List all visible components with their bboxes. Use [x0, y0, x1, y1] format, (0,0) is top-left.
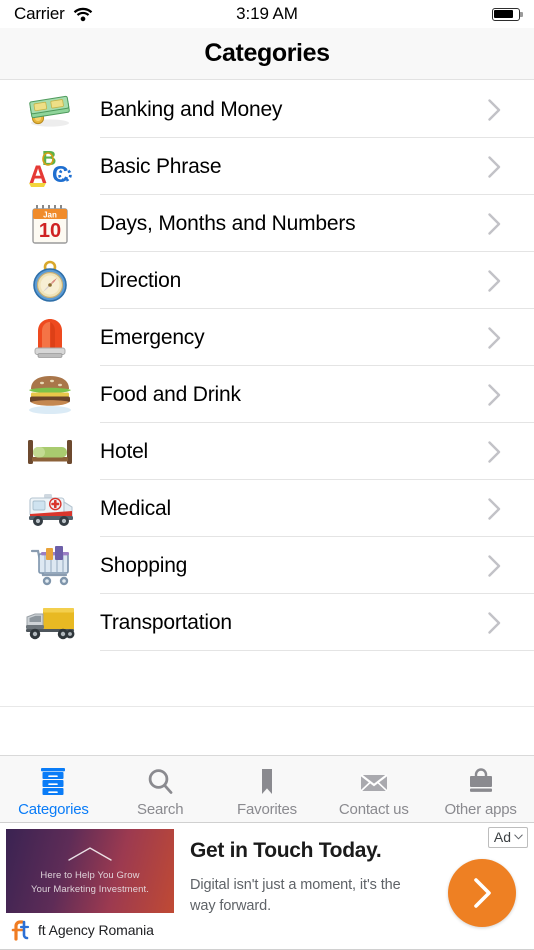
ad-badge-label: Ad	[493, 829, 511, 845]
tab-label: Search	[137, 801, 184, 818]
chevron-right-icon	[488, 195, 534, 252]
ad-creative-caption-line2: Your Marketing Investment.	[31, 884, 149, 895]
ad-creative-image[interactable]: Here to Help You Grow Your Marketing Inv…	[6, 829, 174, 913]
list-item[interactable]: Medical	[0, 480, 534, 537]
list-item-label: Medical	[100, 496, 171, 520]
chevron-right-icon	[488, 423, 534, 480]
tab-favorites[interactable]: Favorites	[214, 756, 321, 822]
calendar-month-label: Jan	[43, 210, 57, 219]
ad-cta-button[interactable]	[448, 859, 516, 927]
carrier-label: Carrier	[14, 4, 65, 23]
tab-contact-us[interactable]: Contact us	[320, 756, 427, 822]
ad-left-column: Here to Help You Grow Your Marketing Inv…	[6, 829, 174, 949]
list-item-label: Direction	[100, 268, 182, 292]
calendar-icon: Jan 10	[0, 195, 100, 252]
money-stack-icon	[0, 81, 100, 138]
list-item-label: Food and Drink	[100, 382, 241, 406]
envelope-icon	[358, 764, 390, 798]
chevron-right-icon	[488, 81, 534, 138]
list-item[interactable]: Direction	[0, 252, 534, 309]
page-title: Categories	[204, 39, 330, 67]
shopping-cart-icon	[0, 537, 100, 594]
chevron-up-icon	[68, 847, 112, 861]
wifi-icon	[73, 7, 93, 22]
tab-bar: Categories Search Favorites Contact us O…	[0, 755, 534, 822]
navigation-bar: Categories	[0, 28, 534, 80]
list-item[interactable]: B A C Basic Phrase	[0, 138, 534, 195]
chevron-right-icon	[488, 480, 534, 537]
list-item[interactable]: Hotel	[0, 423, 534, 480]
tab-label: Categories	[18, 801, 89, 818]
list-item-label: Emergency	[100, 325, 205, 349]
ad-choices-badge[interactable]: Ad	[487, 827, 528, 848]
list-item-label: Days, Months and Numbers	[100, 211, 356, 235]
ad-banner[interactable]: Here to Help You Grow Your Marketing Inv…	[0, 822, 534, 950]
battery-icon	[492, 7, 523, 21]
ad-advertiser-name: ft Agency Romania	[38, 922, 154, 938]
bed-icon	[0, 423, 100, 480]
chevron-right-icon	[474, 878, 491, 908]
tab-categories[interactable]: Categories	[0, 756, 107, 822]
status-bar-left: Carrier	[14, 4, 93, 24]
list-bottom-separator	[0, 706, 534, 707]
ft-logo-icon	[11, 920, 30, 941]
chevron-right-icon	[488, 594, 534, 651]
search-icon	[145, 764, 175, 798]
list-item-label: Hotel	[100, 439, 149, 463]
app-screen: Carrier 3:19 AM Categories Banking and M…	[0, 0, 534, 950]
briefcase-icon	[465, 764, 497, 798]
chevron-right-icon	[488, 366, 534, 423]
list-item[interactable]: Banking and Money	[0, 81, 534, 138]
hamburger-icon	[0, 366, 100, 423]
ad-advertiser[interactable]: ft Agency Romania	[6, 913, 174, 941]
file-cabinet-icon	[38, 764, 68, 798]
ad-creative-caption-line1: Here to Help You Grow	[40, 870, 140, 882]
list-item-label: Basic Phrase	[100, 154, 222, 178]
categories-list[interactable]: Banking and Money B A C Basic Phrase Jan…	[0, 81, 534, 707]
list-item[interactable]: Transportation	[0, 594, 534, 651]
list-item[interactable]: Food and Drink	[0, 366, 534, 423]
ambulance-icon	[0, 480, 100, 537]
calendar-day-label: 10	[39, 220, 61, 242]
list-item-label: Shopping	[100, 553, 188, 577]
svg-text:C: C	[52, 161, 69, 187]
ad-body-text: Digital isn't just a moment, it's the wa…	[190, 877, 401, 915]
list-item-label: Transportation	[100, 610, 232, 634]
siren-icon	[0, 309, 100, 366]
truck-icon	[0, 594, 100, 651]
chevron-right-icon	[488, 138, 534, 195]
abc-letters-icon: B A C	[0, 138, 100, 195]
tab-label: Favorites	[237, 801, 297, 818]
compass-icon	[0, 252, 100, 309]
status-bar-right	[492, 7, 523, 21]
list-item-label: Banking and Money	[100, 97, 283, 121]
chevron-right-icon	[488, 252, 534, 309]
tab-label: Contact us	[338, 801, 409, 818]
list-item[interactable]: Jan 10 Days, Months and Numbers	[0, 195, 534, 252]
list-item[interactable]: Shopping	[0, 537, 534, 594]
tab-search[interactable]: Search	[107, 756, 214, 822]
bookmark-icon	[252, 764, 282, 798]
chevron-right-icon	[488, 537, 534, 594]
tab-other-apps[interactable]: Other apps	[427, 756, 534, 822]
chevron-down-icon	[514, 834, 523, 840]
chevron-right-icon	[488, 309, 534, 366]
tab-label: Other apps	[444, 801, 517, 818]
status-bar: Carrier 3:19 AM	[0, 0, 534, 28]
list-item[interactable]: Emergency	[0, 309, 534, 366]
